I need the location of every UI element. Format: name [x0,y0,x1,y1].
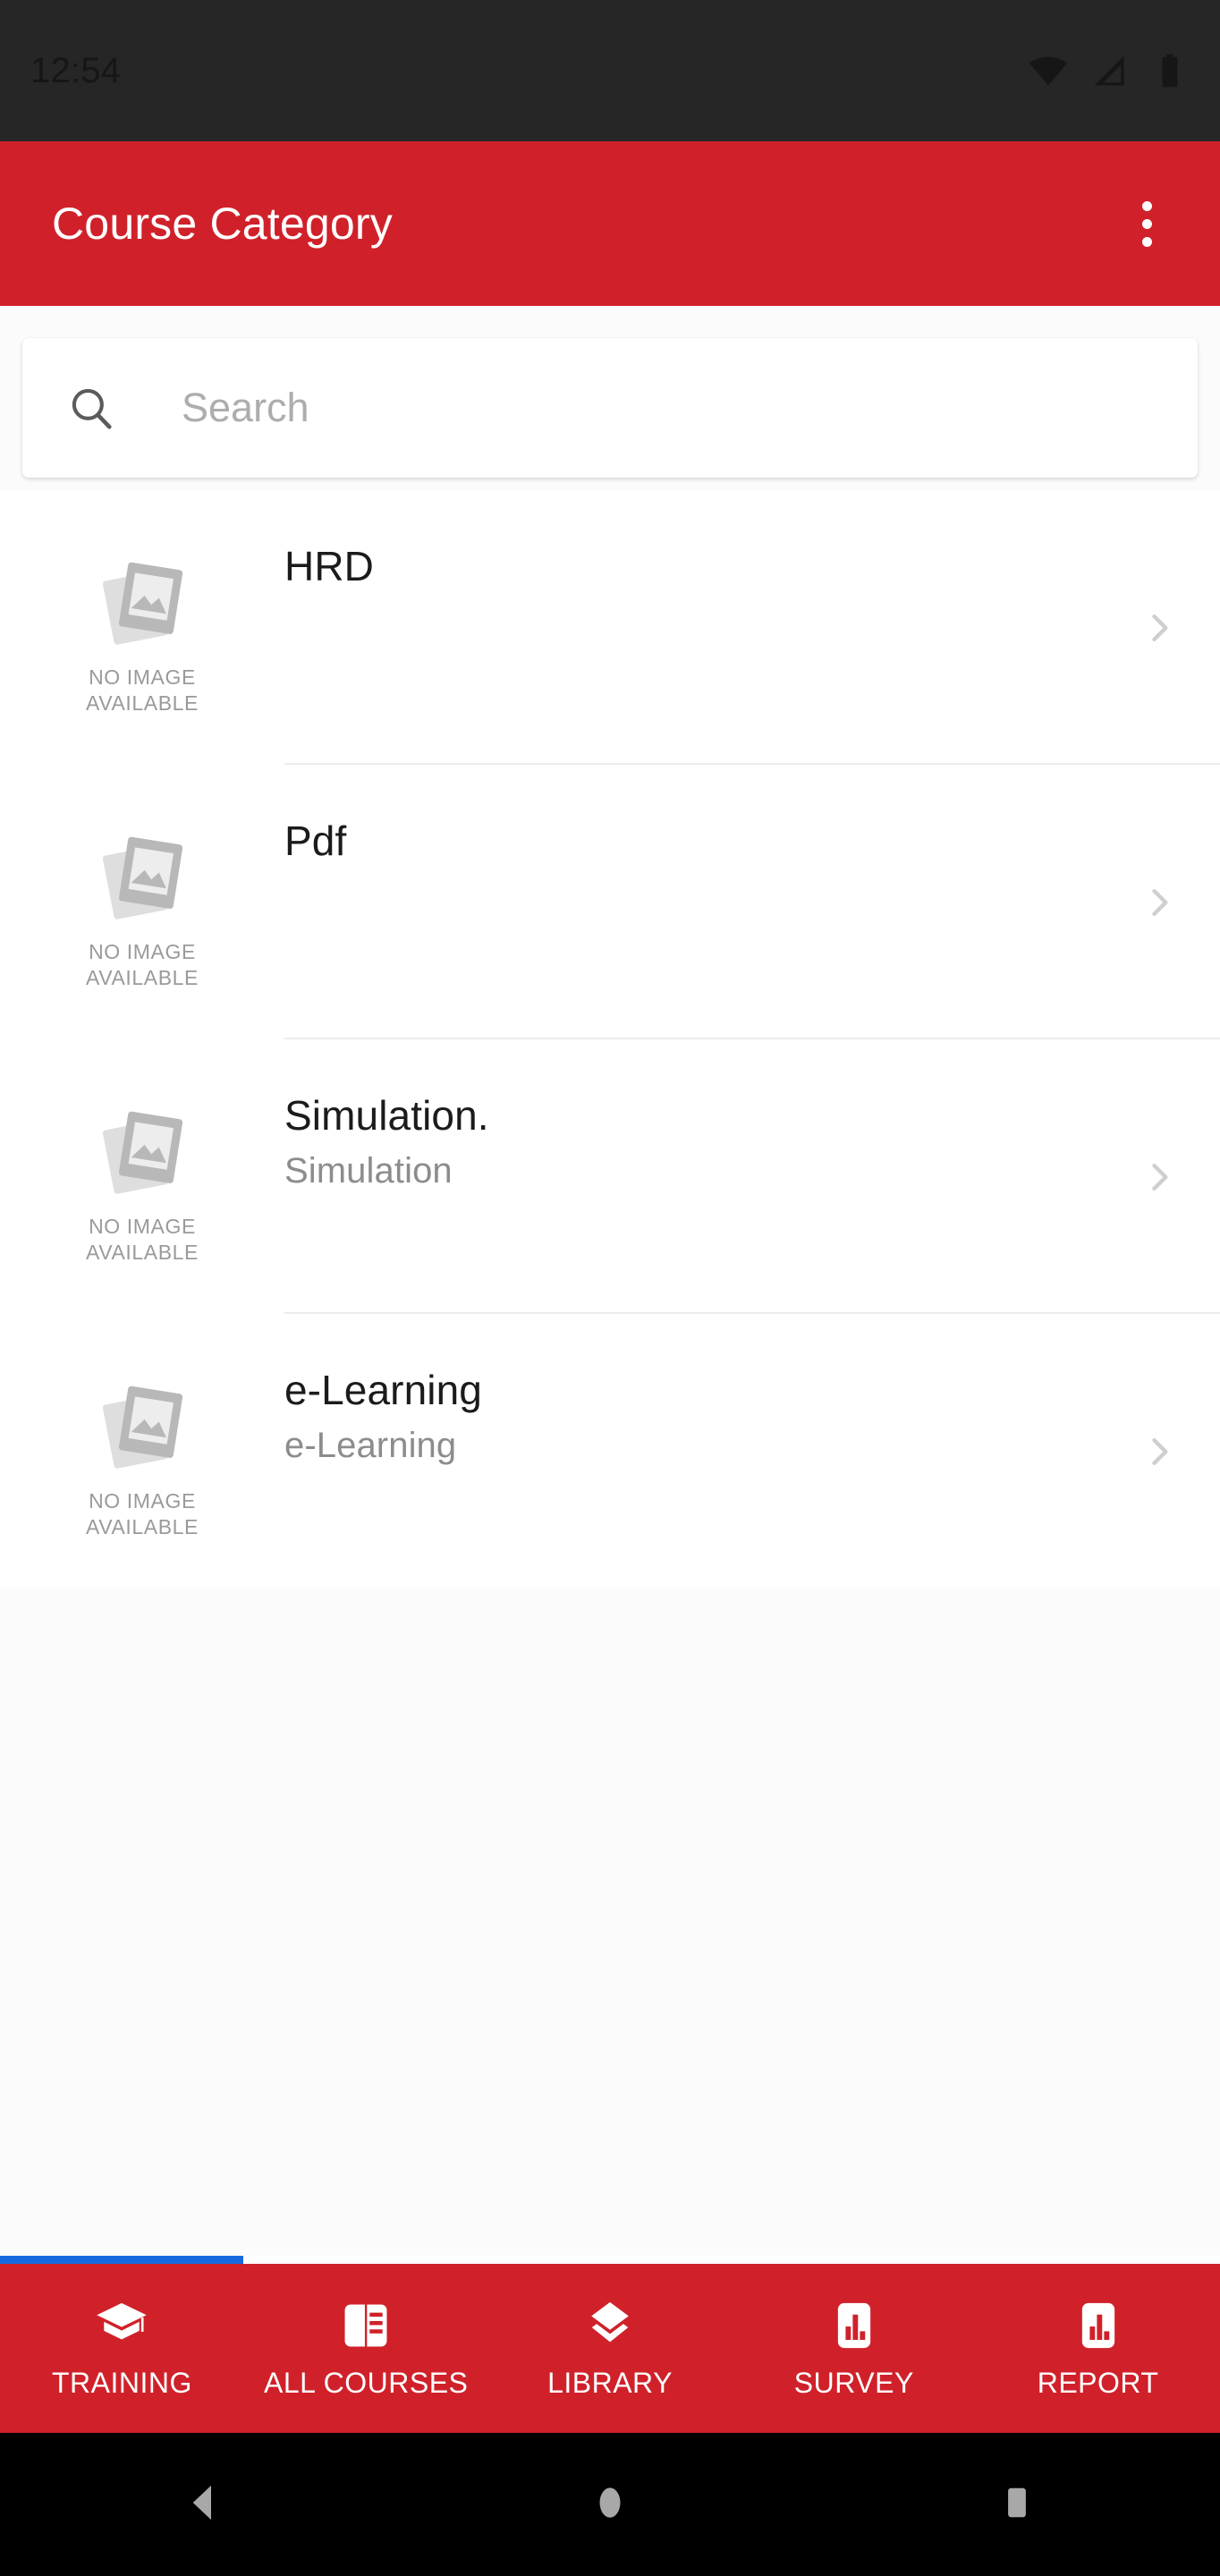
nav-item-library[interactable]: LIBRARY [488,2264,733,2433]
nav-label: SURVEY [793,2367,914,2399]
phone-screen: 12:54 Course Category Search NO IMAGE AV… [0,0,1220,2576]
no-image-available-icon [90,823,194,927]
recents-square-icon [993,2479,1041,2531]
list-item-title: Simulation. [284,1092,489,1139]
chevron-right-icon[interactable] [1140,1157,1179,1197]
nav-label: LIBRARY [547,2367,673,2399]
no-image-label: NO IMAGE AVAILABLE [85,1488,199,1538]
status-bar-icons [1029,51,1190,90]
search-bar[interactable] [22,338,1198,478]
list-item[interactable]: NO IMAGE AVAILABLE HRD [0,490,1220,765]
status-bar-clock: 12:54 [30,50,122,90]
list-item-subtitle: Simulation [284,1151,453,1191]
nav-label: ALL COURSES [264,2367,469,2399]
nav-item-training[interactable]: TRAINING [0,2264,244,2433]
bottom-navigation: TRAINING ALL COURSES LIBRARY SURVEY REPO… [0,2264,1220,2433]
overflow-dot-icon [1141,200,1152,211]
list-item-title: e-Learning [284,1367,482,1413]
nav-item-all-courses[interactable]: ALL COURSES [244,2264,488,2433]
back-triangle-icon [179,2479,227,2531]
nav-label: REPORT [1037,2367,1159,2399]
list-item-body: HRD [284,490,1220,765]
nav-item-report[interactable]: REPORT [976,2264,1220,2433]
wifi-icon [1029,51,1068,90]
back-button[interactable] [149,2451,257,2558]
graduation-cap-icon [93,2297,150,2354]
overflow-dot-icon [1141,236,1152,247]
no-image-label: NO IMAGE AVAILABLE [85,1214,199,1264]
home-circle-icon [586,2479,634,2531]
cellular-signal-icon [1089,51,1129,90]
search-input[interactable] [182,385,1058,431]
bar-chart-icon [1070,2297,1127,2354]
no-image-available-icon [90,1097,194,1201]
content-area: NO IMAGE AVAILABLE HRD [0,306,1220,2256]
android-system-navigation [0,2433,1220,2576]
chevron-right-icon[interactable] [1140,883,1179,922]
list-item-body: Simulation. Simulation [284,1039,1220,1314]
overflow-menu-button[interactable] [1109,186,1184,261]
battery-icon [1150,51,1190,90]
chevron-right-icon[interactable] [1140,1432,1179,1471]
thumbnail: NO IMAGE AVAILABLE [0,1314,284,1589]
page-title: Course Category [52,199,393,249]
recents-button[interactable] [963,2451,1071,2558]
home-button[interactable] [556,2451,664,2558]
list-item-title: Pdf [284,818,347,864]
no-image-label: NO IMAGE AVAILABLE [85,939,199,989]
list-item-body: Pdf [284,765,1220,1039]
layers-icon [581,2297,639,2354]
list-item[interactable]: NO IMAGE AVAILABLE Simulation. Simulatio… [0,1039,1220,1314]
thumbnail: NO IMAGE AVAILABLE [0,490,284,765]
no-image-available-icon [90,548,194,652]
app-bar: Course Category [0,141,1220,306]
category-list: NO IMAGE AVAILABLE HRD NO IMAGE AVAILABL… [0,490,1220,1589]
chevron-right-icon[interactable] [1140,608,1179,648]
thumbnail: NO IMAGE AVAILABLE [0,1039,284,1314]
active-tab-indicator [0,2256,243,2264]
nav-item-survey[interactable]: SURVEY [732,2264,976,2433]
list-item[interactable]: NO IMAGE AVAILABLE Pdf [0,765,1220,1039]
list-item-title: HRD [284,543,374,589]
no-image-available-icon [90,1372,194,1476]
no-image-label: NO IMAGE AVAILABLE [85,665,199,715]
thumbnail: NO IMAGE AVAILABLE [0,765,284,1039]
search-icon [65,382,117,434]
status-bar: 12:54 [0,0,1220,141]
list-item-body: e-Learning e-Learning [284,1314,1220,1589]
article-document-icon [337,2297,394,2354]
overflow-dot-icon [1141,218,1152,229]
nav-label: TRAINING [51,2367,192,2399]
bar-chart-icon [826,2297,883,2354]
list-item-subtitle: e-Learning [284,1426,457,1465]
list-item[interactable]: NO IMAGE AVAILABLE e-Learning e-Learning [0,1314,1220,1589]
